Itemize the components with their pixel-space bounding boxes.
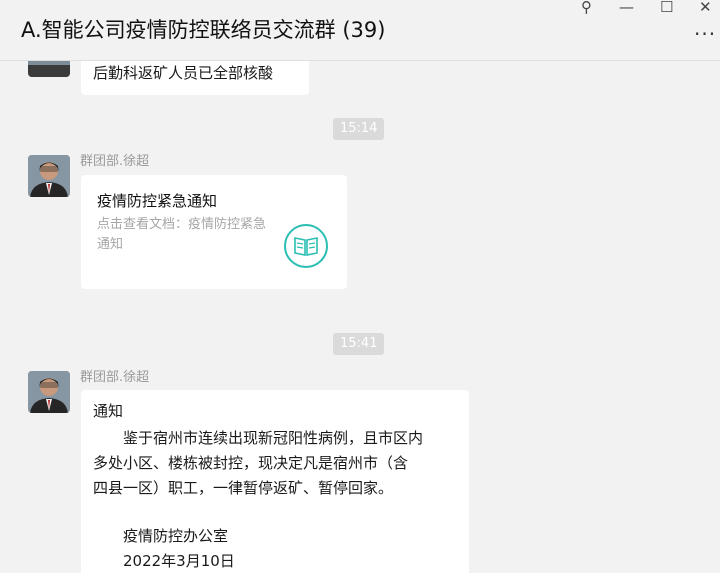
avatar[interactable] bbox=[28, 155, 70, 197]
message-text: 后勤科返矿人员已全部核酸 bbox=[93, 64, 274, 82]
chat-title-bar: A.智能公司疫情防控联络员交流群 (39) ⚲ — ☐ ✕ ··· bbox=[0, 0, 720, 61]
notice-body-line: 多处小区、楼栋被封控，现决定凡是宿州市（含 bbox=[93, 454, 409, 472]
avatar[interactable] bbox=[28, 371, 70, 413]
sender-name: 群团部.徐超 bbox=[80, 370, 150, 385]
notice-body-line: 四县一区）职工，一律暂停返矿、暂停回家。 bbox=[93, 479, 394, 497]
message-list[interactable]: 后勤科返矿人员已全部核酸 15:14 群团部.徐超 疫情防控紧急通知 点击查看文… bbox=[0, 61, 720, 573]
document-book-icon bbox=[284, 224, 328, 268]
avatar-photo-icon bbox=[28, 155, 70, 197]
notice-message-bubble[interactable]: 通知 鉴于宿州市连续出现新冠阳性病例，且市区内 多处小区、楼栋被封控，现决定凡是… bbox=[81, 390, 469, 573]
maximize-icon[interactable]: ☐ bbox=[660, 0, 673, 16]
minimize-icon[interactable]: — bbox=[619, 0, 634, 16]
more-options-icon[interactable]: ··· bbox=[694, 22, 716, 46]
timestamp: 15:14 bbox=[333, 118, 385, 140]
chat-title: A.智能公司疫情防控联络员交流群 (39) bbox=[21, 18, 386, 42]
message-bubble[interactable]: 后勤科返矿人员已全部核酸 bbox=[81, 61, 309, 95]
avatar-photo-icon bbox=[28, 371, 70, 413]
pin-icon[interactable]: ⚲ bbox=[581, 0, 592, 16]
document-card[interactable]: 疫情防控紧急通知 点击查看文档：疫情防控紧急通知 bbox=[81, 175, 347, 289]
notice-date: 2022年3月10日 bbox=[123, 552, 235, 570]
notice-signature: 疫情防控办公室 bbox=[123, 527, 229, 545]
notice-heading: 通知 bbox=[93, 402, 124, 420]
sender-name: 群团部.徐超 bbox=[80, 154, 150, 169]
close-icon[interactable]: ✕ bbox=[699, 0, 712, 16]
avatar[interactable] bbox=[28, 61, 70, 77]
avatar-photo-icon bbox=[28, 61, 70, 77]
notice-body-line: 鉴于宿州市连续出现新冠阳性病例，且市区内 bbox=[123, 429, 424, 447]
document-subtitle: 点击查看文档：疫情防控紧急通知 bbox=[97, 217, 267, 252]
document-title: 疫情防控紧急通知 bbox=[97, 192, 218, 210]
timestamp: 15:41 bbox=[333, 333, 385, 355]
